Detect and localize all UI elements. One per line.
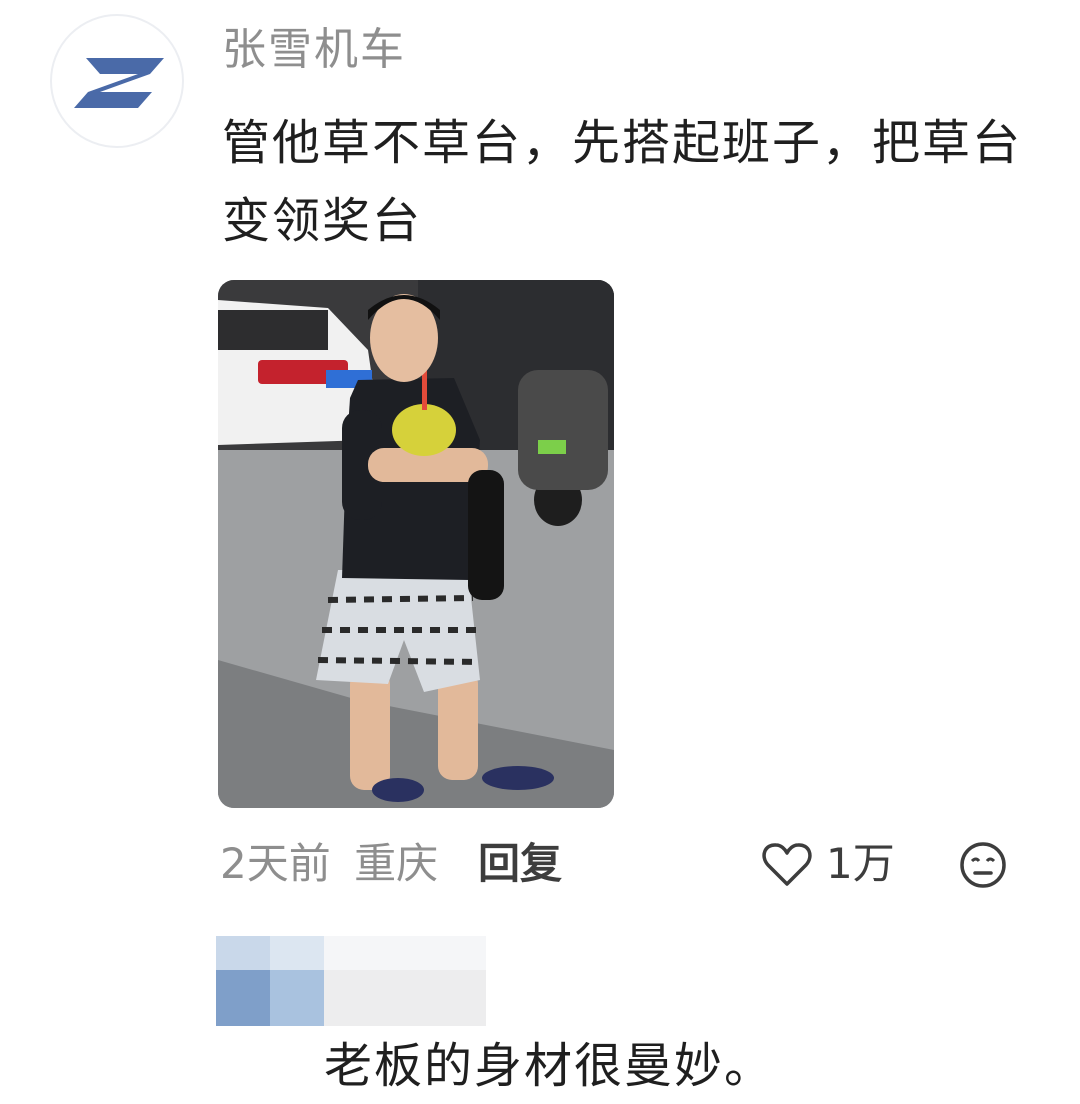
like-count: 1万 [826, 839, 895, 888]
avatar[interactable] [50, 14, 184, 148]
comment-location: 重庆 [354, 839, 439, 888]
comment-meta: 2天前 重庆 [220, 836, 438, 892]
comment-text: 管他草不草台，先搭起班子，把草台变领奖台 [222, 115, 1023, 249]
username[interactable]: 张雪机车 [222, 22, 406, 78]
comment-time: 2天前 [220, 839, 331, 888]
comment-photo[interactable] [218, 280, 614, 808]
redacted-user-info [216, 936, 516, 1028]
z-logo-icon [74, 58, 164, 108]
emoji-face-icon[interactable] [958, 840, 1008, 894]
heart-icon[interactable] [762, 842, 812, 892]
reply-button[interactable]: 回复 [478, 836, 562, 892]
reply-comment-text: 老板的身材很曼妙。 [324, 1038, 775, 1094]
